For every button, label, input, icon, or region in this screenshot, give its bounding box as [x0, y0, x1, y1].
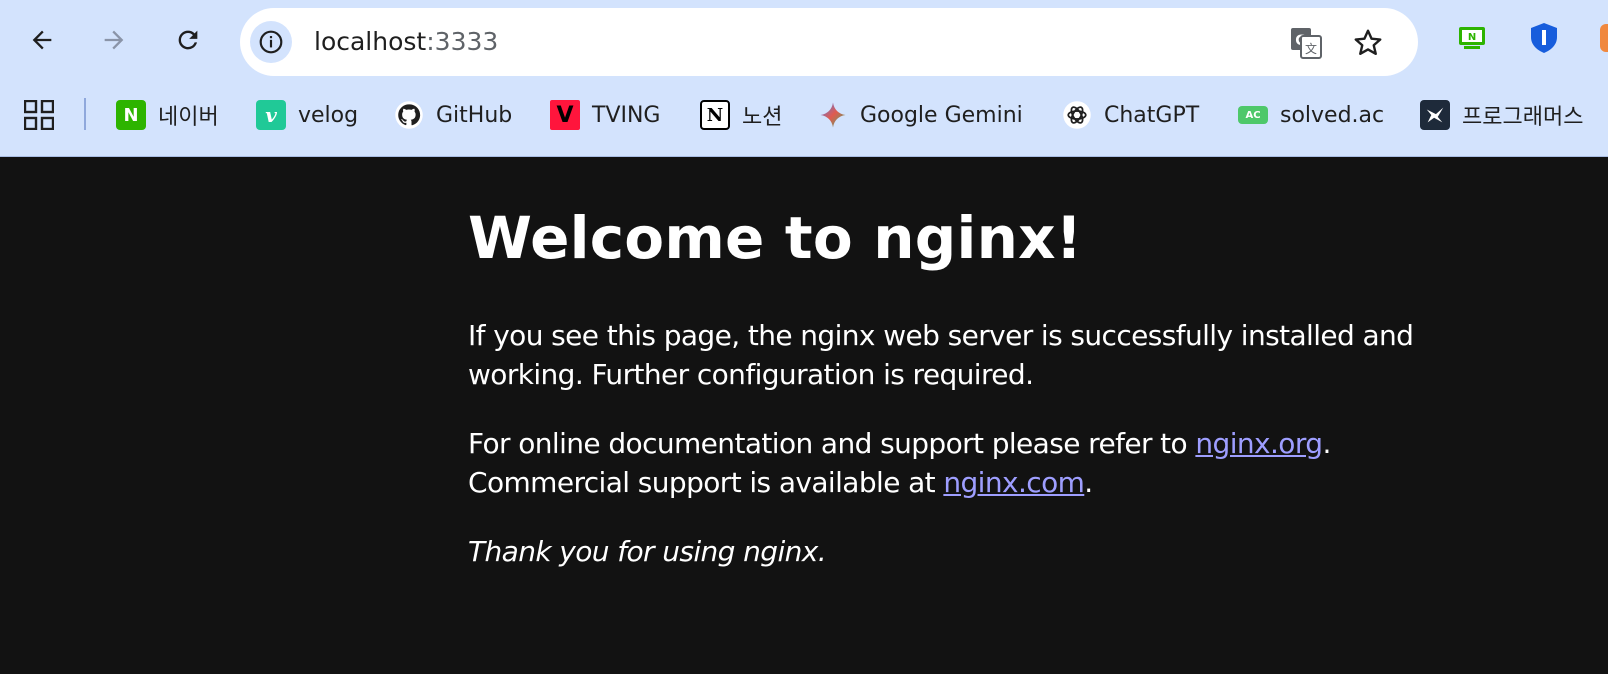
bookmark-chatgpt[interactable]: ChatGPT: [1062, 95, 1199, 135]
programmers-favicon-icon: [1420, 100, 1450, 130]
bookmark-programmers[interactable]: 프로그래머스: [1420, 95, 1583, 135]
apps-grid-icon[interactable]: [24, 100, 54, 130]
reload-icon: [178, 30, 198, 50]
extension-naver-icon[interactable]: N: [1456, 22, 1488, 54]
bookmark-tving[interactable]: V TVING: [550, 95, 660, 135]
bookmark-notion[interactable]: N 노션: [700, 95, 782, 135]
browser-chrome: localhost:3333 G 文 N: [0, 0, 1608, 157]
github-icon: [394, 100, 424, 130]
bookmark-naver[interactable]: N 네이버: [116, 95, 219, 135]
bookmark-label: solved.ac: [1280, 102, 1385, 128]
bookmark-github[interactable]: GitHub: [394, 95, 512, 135]
chatgpt-icon: [1062, 100, 1092, 130]
forward-button[interactable]: [92, 18, 136, 62]
intro-paragraph: If you see this page, the nginx web serv…: [468, 319, 1414, 391]
url-port: :3333: [426, 27, 499, 56]
bookmark-label: TVING: [592, 102, 661, 128]
support-text-period: .: [1322, 427, 1331, 460]
translate-icon: G 文: [1291, 28, 1322, 59]
bookmark-solvedac[interactable]: AC solved.ac: [1238, 95, 1384, 135]
forward-arrow-icon: [104, 30, 124, 50]
reload-button[interactable]: [166, 18, 210, 62]
bookmark-label: 프로그래머스: [1462, 105, 1584, 130]
solvedac-favicon-icon: AC: [1238, 106, 1268, 124]
address-bar[interactable]: localhost:3333 G 文: [240, 8, 1418, 76]
back-arrow-icon: [32, 30, 52, 50]
extension-orange-icon[interactable]: [1594, 22, 1608, 54]
gemini-sparkle-icon: [818, 100, 848, 130]
bookmark-label: 네이버: [158, 105, 219, 130]
url-host: localhost: [314, 27, 427, 56]
velog-favicon-icon: v: [256, 100, 286, 130]
thanks-paragraph: Thank you for using nginx.: [468, 535, 827, 568]
nginx-org-link[interactable]: nginx.org: [1195, 427, 1323, 460]
back-button[interactable]: [20, 18, 64, 62]
bookmark-velog[interactable]: v velog: [256, 95, 358, 135]
commercial-text-period: .: [1084, 466, 1093, 499]
commercial-text: Commercial support is available at: [468, 466, 944, 499]
support-text: For online documentation and support ple…: [468, 427, 1196, 460]
bookmark-label: ChatGPT: [1104, 102, 1200, 128]
bookmark-label: Google Gemini: [860, 102, 1023, 128]
support-paragraph: For online documentation and support ple…: [468, 424, 1508, 502]
naver-favicon-icon: N: [116, 100, 146, 130]
info-icon: [259, 30, 283, 54]
site-info-button[interactable]: [250, 21, 292, 63]
extension-shield-icon[interactable]: [1528, 22, 1560, 54]
page-heading: Welcome to nginx!: [468, 204, 1083, 272]
translate-button[interactable]: G 文: [1288, 25, 1324, 61]
bookmark-label: 노션: [742, 105, 783, 130]
bookmark-label: GitHub: [436, 102, 513, 128]
notion-favicon-icon: N: [700, 100, 730, 130]
bookmark-label: velog: [298, 102, 359, 128]
svg-text:N: N: [1468, 32, 1476, 43]
url-text[interactable]: localhost:3333: [314, 28, 498, 56]
star-icon: [1354, 29, 1382, 55]
svg-text:文: 文: [1305, 41, 1317, 56]
tving-favicon-icon: V: [550, 100, 580, 130]
bookmarks-bar: N 네이버 v velog GitHub V TVING N 노션 Google…: [0, 92, 1608, 138]
bookmark-star-button[interactable]: [1350, 25, 1386, 61]
nginx-com-link[interactable]: nginx.com: [943, 466, 1085, 499]
bookmark-gemini[interactable]: Google Gemini: [818, 95, 1023, 135]
bookmarks-divider: [84, 98, 86, 130]
page-content: Welcome to nginx! If you see this page, …: [468, 157, 1508, 571]
